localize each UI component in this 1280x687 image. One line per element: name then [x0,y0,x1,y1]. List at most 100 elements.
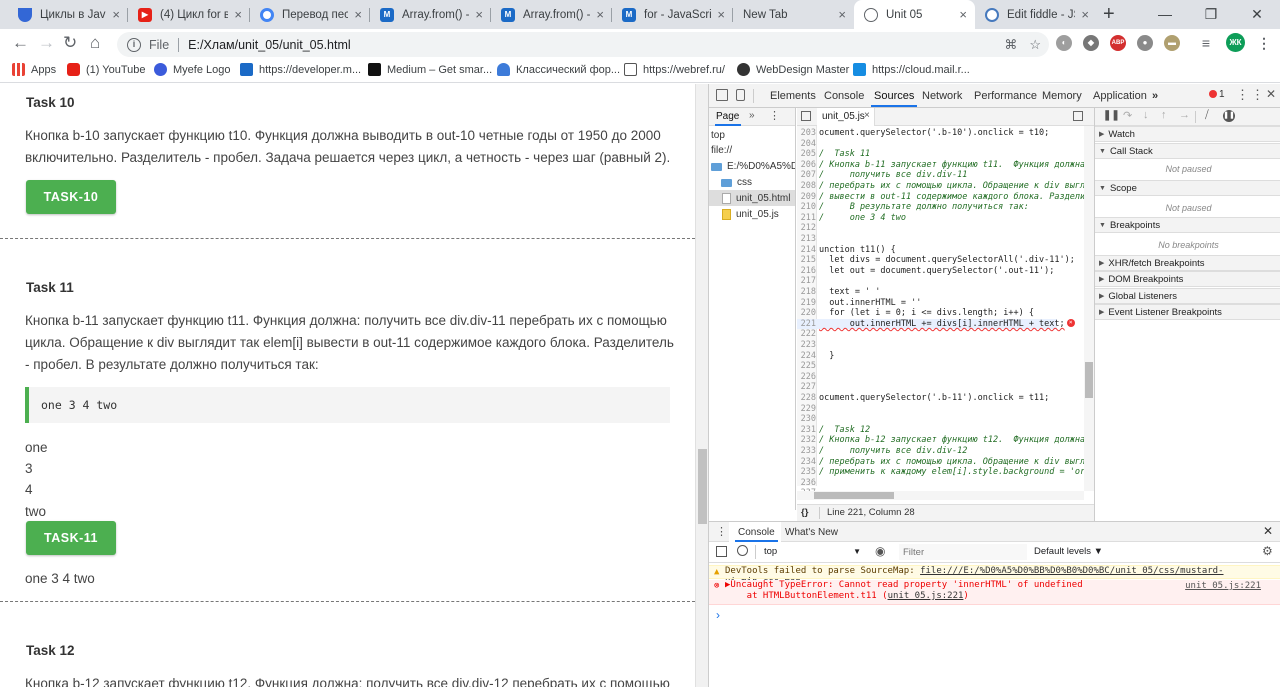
line-number[interactable]: 216 [797,266,816,277]
close-tab-icon[interactable]: × [596,7,604,22]
error-marker-icon[interactable]: × [1066,319,1075,328]
line-number[interactable]: 213 [797,234,816,245]
browser-tab[interactable]: Циклы в JavaSc × [8,0,128,29]
editor-hscrollbar[interactable] [797,491,1084,500]
tree-item-js[interactable]: unit_05.js [722,209,779,220]
line-number[interactable]: 235 [797,467,816,478]
close-tab-icon[interactable]: × [959,7,967,22]
line-number[interactable]: 228 [797,393,816,404]
code-line[interactable]: 231/ Task 12 [797,425,871,436]
code-line[interactable]: 230 [797,414,819,425]
console-settings-icon[interactable]: ⚙ [1262,544,1273,558]
section-dom-breakpoints[interactable]: ▶ DOM Breakpoints [1095,271,1280,287]
code-line[interactable]: 205/ Task 11 [797,149,871,160]
info-icon[interactable]: i [127,37,141,52]
console-filter-input[interactable] [899,544,1027,560]
code-line[interactable]: 228 ocument.querySelector('.b-11').onclic… [797,393,1050,404]
toggle-navigator-icon[interactable] [801,111,811,121]
code-line[interactable]: 219 out.innerHTML = '' [797,298,922,309]
browser-tab-active[interactable]: Unit 05 × [854,0,975,29]
log-levels-select[interactable]: Default levels ▼ [1034,546,1103,557]
shield-extension-icon[interactable]: ◆ [1083,35,1099,51]
code-line[interactable]: 236 [797,478,819,489]
section-breakpoints[interactable]: ▼ Breakpoints [1095,217,1280,233]
browser-tab[interactable]: M for - JavaScript × [612,0,733,29]
browser-tab[interactable]: Edit fiddle - JSF × [975,0,1097,29]
scrollbar-thumb[interactable] [814,492,894,499]
console-sidebar-icon[interactable] [716,546,727,557]
code-line[interactable]: 221 out.innerHTML += divs[i].innerHTML +… [797,318,1075,330]
code-line[interactable]: 217 [797,276,819,287]
tree-item-top[interactable]: top [711,130,725,141]
console-error[interactable]: ⊗ ▶Uncaught TypeError: Cannot read prope… [709,580,1280,605]
tab-console[interactable]: Console [824,90,864,102]
page-scrollbar[interactable] [695,84,708,687]
drawer-tab-whats-new[interactable]: What's New [785,527,838,538]
editor-file-tab[interactable]: unit_05.js [822,111,865,122]
bookmark-classic[interactable]: Классический фор... [497,63,620,76]
section-call-stack[interactable]: ▼ Call Stack [1095,143,1280,159]
line-number[interactable]: 231 [797,425,816,436]
extension-icon[interactable]: ▬ [1164,35,1180,51]
deactivate-breakpoints-icon[interactable]: ⧸ [1205,109,1209,122]
code-line[interactable]: 229 [797,404,819,415]
line-number[interactable]: 217 [797,276,816,287]
code-line[interactable]: 215 let divs = document.querySelectorAll… [797,255,1075,266]
section-scope[interactable]: ▼ Scope [1095,180,1280,196]
line-number[interactable]: 222 [797,329,816,340]
code-line[interactable]: 204 [797,139,819,150]
scrollbar-thumb[interactable] [1085,362,1093,398]
bookmark-apps[interactable]: Apps [12,63,56,76]
tab-page[interactable]: Page [716,111,739,122]
bookmark-cloud-mail[interactable]: https://cloud.mail.r... [853,63,970,76]
menu-kebab-icon[interactable]: ⋮ [1256,35,1272,51]
line-number[interactable]: 221 [797,319,816,330]
step-into-icon[interactable]: ↓ [1143,109,1149,121]
more-navigator-tabs[interactable]: » [749,110,755,121]
step-out-icon[interactable]: ↑ [1161,109,1167,121]
close-tab-icon[interactable]: × [838,7,846,22]
browser-tab[interactable]: M Array.from() - J × [491,0,612,29]
drawer-menu-icon[interactable]: ⋮ [716,525,727,538]
close-tab-icon[interactable]: × [1081,7,1089,22]
bookmark-webref[interactable]: https://webref.ru/ [624,63,725,76]
forward-icon[interactable]: → [38,33,55,53]
close-tab-icon[interactable]: × [717,7,725,22]
maximize-button[interactable]: ❐ [1188,0,1234,29]
bookmark-medium[interactable]: Medium – Get smar... [368,63,492,76]
code-line[interactable]: 232/ Кнопка b-12 запускает функцию t12. … [797,435,1091,446]
close-window-button[interactable]: ✕ [1234,0,1280,29]
task10-button[interactable]: TASK-10 [26,180,116,214]
code-line[interactable]: 214 unction t11() { [797,245,896,256]
bookmark-mdn[interactable]: https://developer.m... [240,63,361,76]
line-number[interactable]: 210 [797,202,816,213]
tab-performance[interactable]: Performance [974,90,1037,102]
tab-elements[interactable]: Elements [770,90,816,102]
tab-application[interactable]: Application [1093,90,1147,102]
code-line[interactable]: 206/ Кнопка b-11 запускает функцию t11. … [797,160,1091,171]
code-line[interactable]: 223 [797,340,819,351]
more-tabs-button[interactable]: » [1152,90,1158,102]
drawer-tab-console[interactable]: Console [735,527,778,542]
code-line[interactable]: 211/ one 3 4 two [797,213,906,224]
device-toolbar-icon[interactable] [736,89,745,101]
close-tab-icon[interactable]: × [354,7,362,22]
toggle-debugger-icon[interactable] [1073,111,1083,121]
step-over-icon[interactable]: ↷ [1123,109,1132,122]
code-line[interactable]: 226 [797,372,819,383]
bookmark-myefe[interactable]: Myefe Logo [154,63,230,76]
home-icon[interactable]: ⌂ [90,33,100,53]
line-number[interactable]: 204 [797,139,816,150]
console-prompt[interactable]: › [716,608,720,622]
code-line[interactable]: 235/ применить к каждому elem[i].style.b… [797,467,1091,478]
stack-frame-link[interactable]: unit_05.js:221 [888,591,964,601]
line-number[interactable]: 220 [797,308,816,319]
line-number[interactable]: 212 [797,223,816,234]
bookmark-star-icon[interactable]: ☆ [1029,37,1041,53]
section-xhr-breakpoints[interactable]: ▶ XHR/fetch Breakpoints [1095,255,1280,271]
reading-list-icon[interactable]: ≡ [1198,35,1214,51]
line-number[interactable]: 218 [797,287,816,298]
error-count[interactable]: 1 [1219,89,1225,100]
pause-icon[interactable]: ❚❚ [1103,110,1120,121]
section-watch[interactable]: ▶ Watch [1095,126,1280,142]
